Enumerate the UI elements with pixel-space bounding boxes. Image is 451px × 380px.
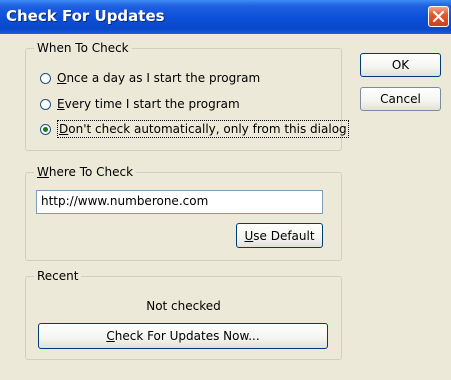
when-to-check-legend: When To Check: [34, 41, 132, 55]
title-bar[interactable]: Check For Updates: [0, 0, 451, 34]
radio-once-a-day-label: Once a day as I start the program: [57, 71, 261, 85]
radio-once-a-day-indicator[interactable]: [40, 72, 51, 84]
radio-once-a-day[interactable]: Once a day as I start the program: [40, 70, 260, 86]
cancel-button[interactable]: Cancel: [360, 87, 441, 111]
window-title: Check For Updates: [6, 7, 165, 25]
ok-button[interactable]: OK: [360, 53, 441, 77]
radio-every-time-label: Every time I start the program: [57, 97, 240, 111]
close-icon: [432, 10, 445, 23]
use-default-button[interactable]: Use Default: [236, 223, 323, 248]
close-button[interactable]: [428, 6, 449, 27]
radio-every-time[interactable]: Every time I start the program: [40, 96, 240, 112]
last-check-status: Not checked: [146, 299, 221, 313]
ok-button-label: OK: [391, 58, 410, 72]
use-default-label: Use Default: [244, 228, 315, 243]
check-for-updates-now-button[interactable]: Check For Updates Now...: [38, 323, 328, 349]
url-input[interactable]: http://www.numberone.com: [36, 190, 323, 214]
check-for-updates-now-label: Check For Updates Now...: [106, 329, 260, 343]
recent-legend: Recent: [34, 269, 82, 283]
when-to-check-group: When To Check Once a day as I start the …: [25, 41, 349, 151]
check-for-updates-dialog: Check For Updates When To Check Once a d…: [0, 0, 451, 380]
radio-dont-check[interactable]: Don't check automatically, only from thi…: [40, 120, 349, 138]
radio-dont-check-indicator[interactable]: [40, 123, 51, 135]
where-to-check-legend: Where To Check: [34, 165, 137, 179]
recent-group: Recent Not checked Check For Updates Now…: [25, 269, 342, 360]
radio-dont-check-label: Don't check automatically, only from thi…: [57, 120, 349, 138]
cancel-button-label: Cancel: [380, 92, 421, 106]
radio-every-time-indicator[interactable]: [40, 98, 51, 110]
where-to-check-group: Where To Check http://www.numberone.com …: [25, 165, 342, 261]
